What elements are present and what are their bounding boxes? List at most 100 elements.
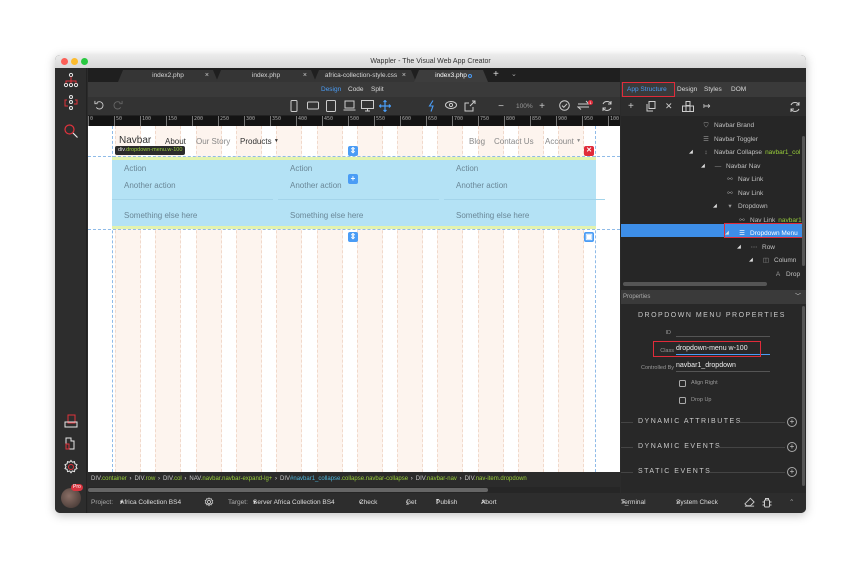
tree-node[interactable]: ⛉ Navbar Brand [701,119,755,132]
close-window-button[interactable] [61,58,68,65]
dropdown-item[interactable]: Action [124,164,146,173]
delete-element-icon[interactable]: ✕ [584,146,594,156]
breadcrumb-item[interactable]: DIV.row › [134,476,162,482]
search-icon[interactable] [61,121,81,141]
design-canvas[interactable]: Navbar About Our Story Products ▼ Blog C… [88,126,620,472]
breadcrumb-item[interactable]: DIV.container › [91,476,134,482]
close-tab-icon[interactable]: × [402,70,406,82]
phone-view-icon[interactable] [290,100,302,113]
tab-design[interactable]: Design [677,82,697,97]
tree-node[interactable]: A Drop [773,268,800,281]
redo-icon[interactable] [112,100,124,113]
nav-link-our-story[interactable]: Our Story [196,137,230,146]
dropdown-item[interactable]: Something else here [290,211,363,220]
tablet-view-icon[interactable] [326,100,338,113]
add-tab-button[interactable]: + [493,69,499,81]
mode-code[interactable]: Code [348,82,364,97]
navbar-brand[interactable]: Navbar [119,135,151,146]
tree-node[interactable]: — Navbar Nav [713,160,761,173]
tree-node[interactable]: ◫ Column [761,254,796,267]
properties-scrollbar[interactable] [802,306,805,486]
minimize-window-button[interactable] [71,58,78,65]
move-handle-icon[interactable]: ⇕ [348,146,358,156]
chevron-up-icon[interactable]: ⌃ [789,493,794,513]
maximize-window-button[interactable] [81,58,88,65]
tree-node[interactable]: ⋯ Row [749,241,775,254]
mode-design[interactable]: Design [321,82,341,97]
debug-bug-icon[interactable] [762,493,772,513]
nav-link-about[interactable]: About [165,137,186,146]
laptop-view-icon[interactable] [343,100,357,113]
dropdown-item[interactable]: Another action [456,181,508,190]
move-handle-icon[interactable]: ⇕ [348,232,358,242]
dropdown-column[interactable]: Action Another action Something else her… [112,160,273,226]
delete-x-icon[interactable]: ✕ [665,100,673,113]
scrollbar-thumb[interactable] [88,488,488,492]
preview-eye-icon[interactable] [445,100,459,113]
dropdown-item[interactable]: Something else here [456,211,529,220]
duplicate-icon[interactable] [646,100,656,116]
tab-dom[interactable]: DOM [731,82,746,97]
zoom-out-button[interactable]: − [495,100,507,113]
tree-expand-toggle-icon[interactable]: ◢ [701,160,705,173]
tree-expand-toggle-icon[interactable]: ◢ [725,227,729,240]
zoom-in-button[interactable]: + [536,100,548,113]
id-input[interactable] [676,326,770,337]
tree-expand-toggle-icon[interactable]: ◢ [749,254,753,267]
tab-list-chevron-icon[interactable]: ⌄ [511,69,517,81]
tree-expand-toggle-icon[interactable]: ◢ [689,146,693,159]
tree-node[interactable]: ⚯ Nav Link [725,187,763,200]
nav-link-account[interactable]: Account ▼ [545,137,581,146]
breadcrumb-item[interactable]: NAV.navbar.navbar-expand-lg+ › [189,476,280,482]
tab-africa-collection-style[interactable]: africa-collection-style.css × [314,70,416,82]
resource-manager-icon[interactable] [61,411,81,431]
select-parent-icon[interactable]: ▣ [584,232,594,242]
refresh-icon[interactable] [789,100,801,117]
project-settings-gear-icon[interactable] [204,493,214,513]
settings-gear-icon[interactable] [61,457,81,477]
app-structure-icon[interactable] [61,70,81,90]
refresh-icon[interactable] [601,100,615,113]
tab-styles[interactable]: Styles [704,82,722,97]
drop-up-checkbox[interactable] [679,397,686,404]
server-connect-icon[interactable] [61,93,81,113]
breadcrumb-item[interactable]: DIV.col › [163,476,189,482]
breadcrumb-item[interactable]: DIV#navbar1_collapse.collapse.navbar-col… [280,476,416,482]
target-selector[interactable]: Server Africa Collection BS4 ▾ [253,493,335,513]
tree-vertical-scrollbar[interactable] [802,136,805,266]
mode-split[interactable]: Split [371,82,384,97]
controlled-by-input[interactable]: navbar1_dropdown [676,361,770,372]
wrap-element-icon[interactable] [682,100,694,116]
breadcrumb-item[interactable]: DIV.nav-item.dropdown [465,476,527,482]
dropdown-menu[interactable]: Action Another action Something else her… [112,157,605,229]
align-right-checkbox[interactable] [679,380,686,387]
tab-index2[interactable]: index2.php × [118,70,218,82]
tree-horizontal-scrollbar[interactable] [623,282,767,286]
add-static-event-icon[interactable]: + [787,467,797,477]
desktop-view-icon[interactable] [361,100,375,113]
open-in-browser-icon[interactable] [464,100,478,113]
dropdown-item[interactable]: Another action [124,181,176,190]
user-avatar[interactable] [61,488,81,508]
dropdown-item[interactable]: Action [456,164,478,173]
chevron-down-icon[interactable]: ﹀ [795,290,801,304]
dropdown-item[interactable]: Something else here [124,211,197,220]
dropdown-column[interactable]: Action Another action Something else her… [444,160,605,226]
validate-check-icon[interactable] [559,100,571,113]
phone-landscape-view-icon[interactable] [307,100,321,113]
tab-index[interactable]: index.php × [216,70,316,82]
tree-node[interactable]: ⚯ Nav Link [725,173,763,186]
tab-index3[interactable]: index3.php [414,70,488,82]
dropdown-item[interactable]: Action [290,164,312,173]
eraser-icon[interactable] [744,493,755,513]
nav-link-products[interactable]: Products ▼ [240,137,279,146]
tree-expand-toggle-icon[interactable]: ◢ [737,241,741,254]
extensions-icon[interactable] [61,433,81,453]
close-tab-icon[interactable]: × [303,70,307,82]
tree-node[interactable]: ☰ Navbar Toggler [701,133,758,146]
dropdown-column[interactable]: Action Another action Something else her… [278,160,439,226]
nav-link-blog[interactable]: Blog [469,137,485,146]
nav-link-contact-us[interactable]: Contact Us [494,137,534,146]
properties-header[interactable]: Properties ﹀ [621,290,806,304]
add-dynamic-event-icon[interactable]: + [787,442,797,452]
